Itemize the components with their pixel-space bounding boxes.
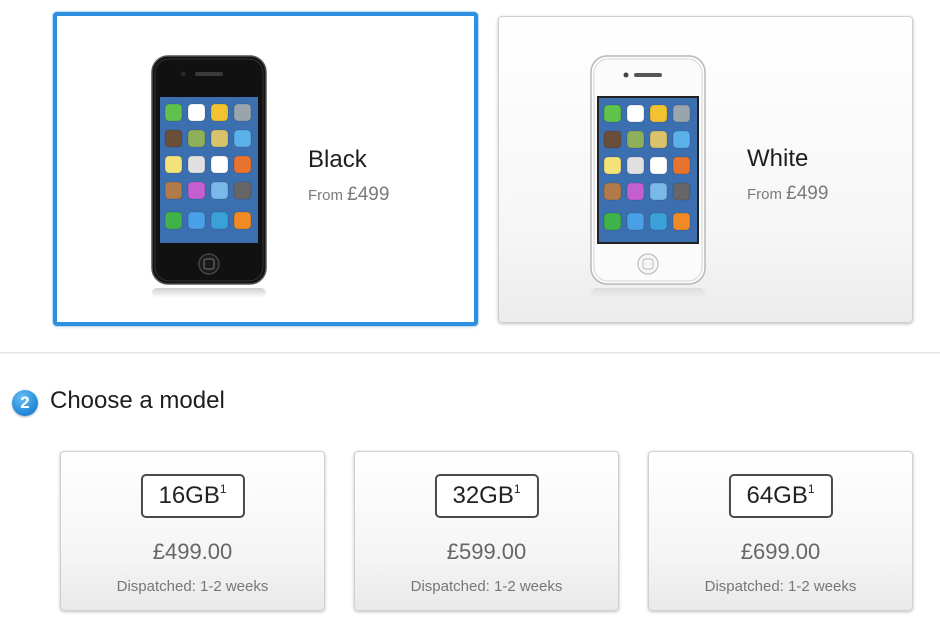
app-icon [164,211,183,230]
app-icon [233,155,252,174]
capacity-value: 16GB [158,482,220,509]
dispatch-status: Dispatched: 1-2 weeks [410,578,563,595]
iphone-black-image [149,54,269,304]
price-value: £499 [347,184,390,205]
color-from-price: From £499 [747,183,828,205]
model-option-32gb[interactable]: 32GB1 £599.00 Dispatched: 1-2 weeks [354,451,619,611]
footnote-marker: 1 [513,482,521,496]
price-value: £499 [786,183,829,204]
app-icon [187,129,206,148]
section-divider [0,352,940,354]
dispatch-status: Dispatched: 1-2 weeks [116,578,269,595]
app-icon [164,103,183,122]
color-option-white[interactable]: White From £499 [498,16,913,323]
app-icon [210,103,229,122]
model-price: £499.00 [152,539,233,564]
capacity-value: 32GB [452,482,514,509]
from-label: From [308,187,343,204]
app-icon [649,182,668,201]
app-icon [210,155,229,174]
app-icon [626,156,645,175]
app-icon [672,104,691,123]
app-icon [187,211,206,230]
dispatch-status: Dispatched: 1-2 weeks [704,578,857,595]
app-icon [649,130,668,149]
model-option-64gb[interactable]: 64GB1 £699.00 Dispatched: 1-2 weeks [648,451,913,611]
app-icon [187,155,206,174]
capacity-label: 16GB1 [140,474,245,518]
capacity-label: 32GB1 [434,474,539,518]
model-option-16gb[interactable]: 16GB1 £499.00 Dispatched: 1-2 weeks [60,451,325,611]
app-icon [164,181,183,200]
model-price: £699.00 [740,539,821,564]
app-icon [603,212,622,231]
app-icon [672,156,691,175]
color-name: White [747,145,809,172]
app-icon [187,103,206,122]
app-icon [164,129,183,148]
app-icon [603,182,622,201]
footnote-marker: 1 [219,482,227,496]
app-icon [164,155,183,174]
app-icon [626,104,645,123]
iphone-white-image [588,54,708,304]
app-icon [210,211,229,230]
color-from-price: From £499 [308,184,389,206]
footnote-marker: 1 [807,482,815,496]
capacity-value: 64GB [746,482,808,509]
color-name: Black [308,146,367,173]
app-icon [649,104,668,123]
app-icon [626,130,645,149]
app-icon [603,104,622,123]
app-icon [626,212,645,231]
from-label: From [747,186,782,203]
app-icon [187,181,206,200]
app-icon [672,130,691,149]
app-icon [233,103,252,122]
app-icon [210,181,229,200]
app-icon [210,129,229,148]
app-icon [649,212,668,231]
app-icon [603,130,622,149]
app-icon [672,182,691,201]
app-icon [626,182,645,201]
app-icon [233,129,252,148]
app-icon [233,181,252,200]
capacity-label: 64GB1 [728,474,833,518]
step-number-badge: 2 [12,390,38,416]
app-icon [603,156,622,175]
app-icon [672,212,691,231]
color-option-black[interactable]: Black From £499 [53,12,478,326]
app-icon [649,156,668,175]
model-price: £599.00 [446,539,527,564]
section-title: Choose a model [50,387,225,414]
app-icon [233,211,252,230]
